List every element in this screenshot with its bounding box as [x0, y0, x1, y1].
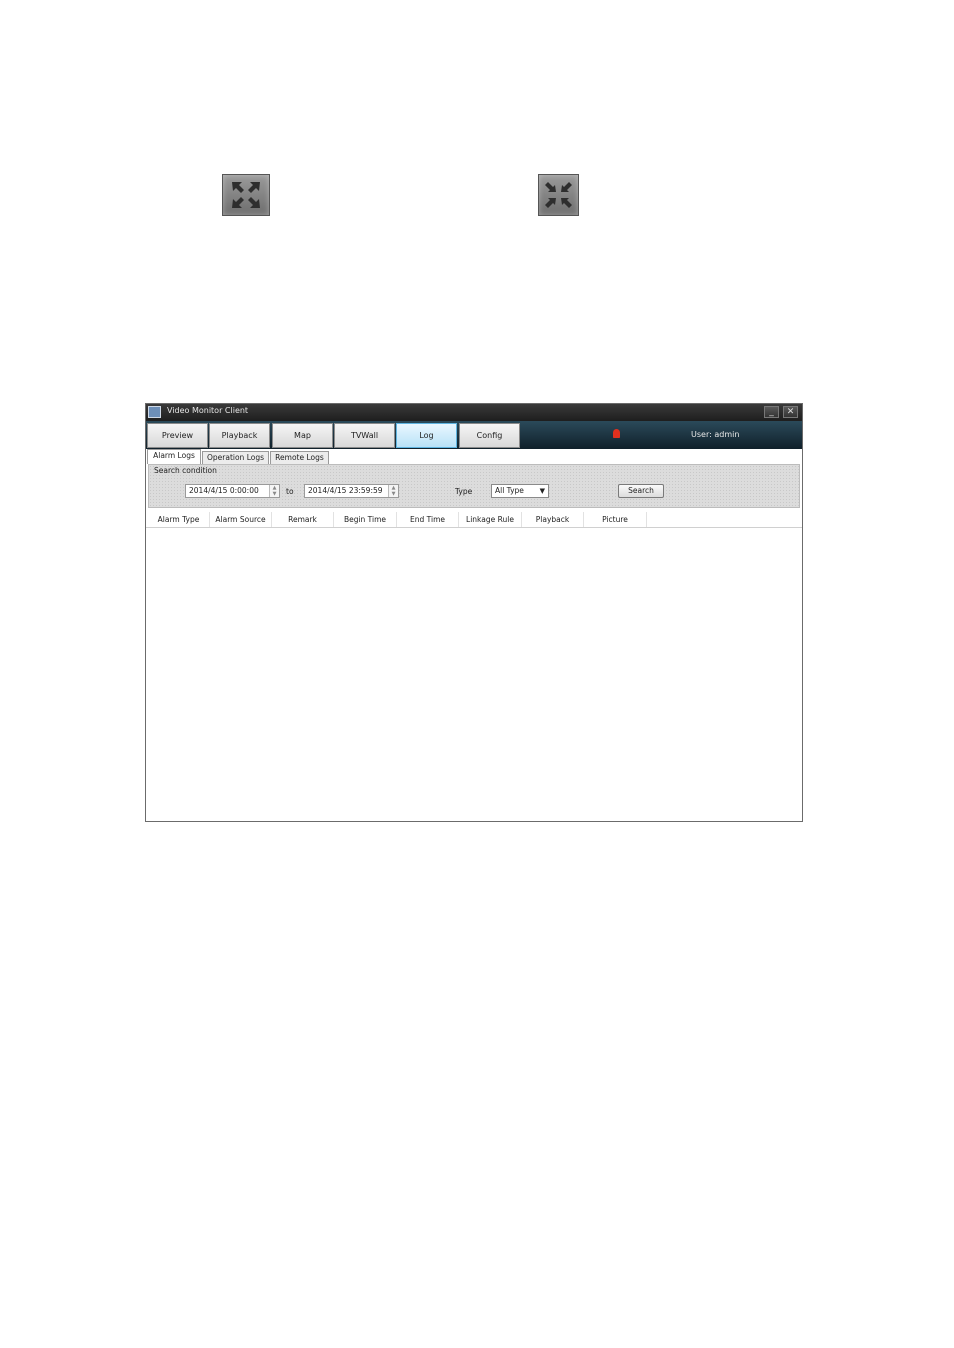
col-playback[interactable]: Playback	[522, 512, 584, 527]
fullscreen-expand-icon	[222, 174, 270, 216]
end-time-spinner[interactable]: ▲ ▼	[388, 485, 398, 497]
title-bar[interactable]: Video Monitor Client _ ✕	[146, 404, 802, 421]
tab-preview[interactable]: Preview	[147, 423, 208, 448]
close-button[interactable]: ✕	[783, 406, 798, 418]
tab-operation-logs[interactable]: Operation Logs	[202, 451, 269, 464]
tab-log[interactable]: Log	[396, 423, 457, 448]
alarm-log-table-header: Alarm Type Alarm Source Remark Begin Tim…	[146, 512, 802, 528]
to-label: to	[286, 487, 294, 496]
type-label: Type	[455, 487, 473, 496]
search-condition-group: Search condition 2014/4/15 0:00:00 ▲ ▼ to…	[148, 464, 800, 508]
start-time-spinner[interactable]: ▲ ▼	[269, 485, 279, 497]
col-end-time[interactable]: End Time	[397, 512, 459, 527]
start-time-value: 2014/4/15 0:00:00	[189, 486, 259, 495]
main-nav: Preview Playback Map TVWall Log Config U…	[146, 421, 802, 449]
tab-config[interactable]: Config	[459, 423, 520, 448]
app-icon	[148, 406, 161, 418]
search-legend: Search condition	[154, 466, 217, 475]
log-subtabs: Alarm Logs Operation Logs Remote Logs	[146, 449, 802, 464]
col-remark[interactable]: Remark	[272, 512, 334, 527]
col-begin-time[interactable]: Begin Time	[334, 512, 397, 527]
end-time-field[interactable]: 2014/4/15 23:59:59 ▲ ▼	[304, 484, 399, 498]
end-time-value: 2014/4/15 23:59:59	[308, 486, 383, 495]
alarm-bell-icon[interactable]	[613, 429, 620, 438]
minimize-button[interactable]: _	[764, 406, 779, 418]
col-picture[interactable]: Picture	[584, 512, 647, 527]
col-linkage-rule[interactable]: Linkage Rule	[459, 512, 522, 527]
tab-playback[interactable]: Playback	[209, 423, 270, 448]
tab-remote-logs[interactable]: Remote Logs	[270, 451, 329, 464]
start-time-field[interactable]: 2014/4/15 0:00:00 ▲ ▼	[185, 484, 280, 498]
type-select-value: All Type	[495, 486, 524, 495]
chevron-down-icon: ▼	[539, 487, 545, 495]
alarm-log-table-body[interactable]	[146, 528, 802, 821]
col-alarm-type[interactable]: Alarm Type	[148, 512, 210, 527]
tab-map[interactable]: Map	[272, 423, 333, 448]
search-button[interactable]: Search	[618, 484, 664, 498]
col-alarm-source[interactable]: Alarm Source	[210, 512, 272, 527]
app-window: Video Monitor Client _ ✕ Preview Playbac…	[145, 403, 803, 822]
user-label: User: admin	[691, 430, 740, 439]
window-title: Video Monitor Client	[167, 406, 249, 415]
type-select[interactable]: All Type ▼	[491, 484, 549, 498]
tab-alarm-logs[interactable]: Alarm Logs	[147, 449, 201, 464]
tab-tvwall[interactable]: TVWall	[334, 423, 395, 448]
fullscreen-collapse-icon	[538, 174, 579, 216]
